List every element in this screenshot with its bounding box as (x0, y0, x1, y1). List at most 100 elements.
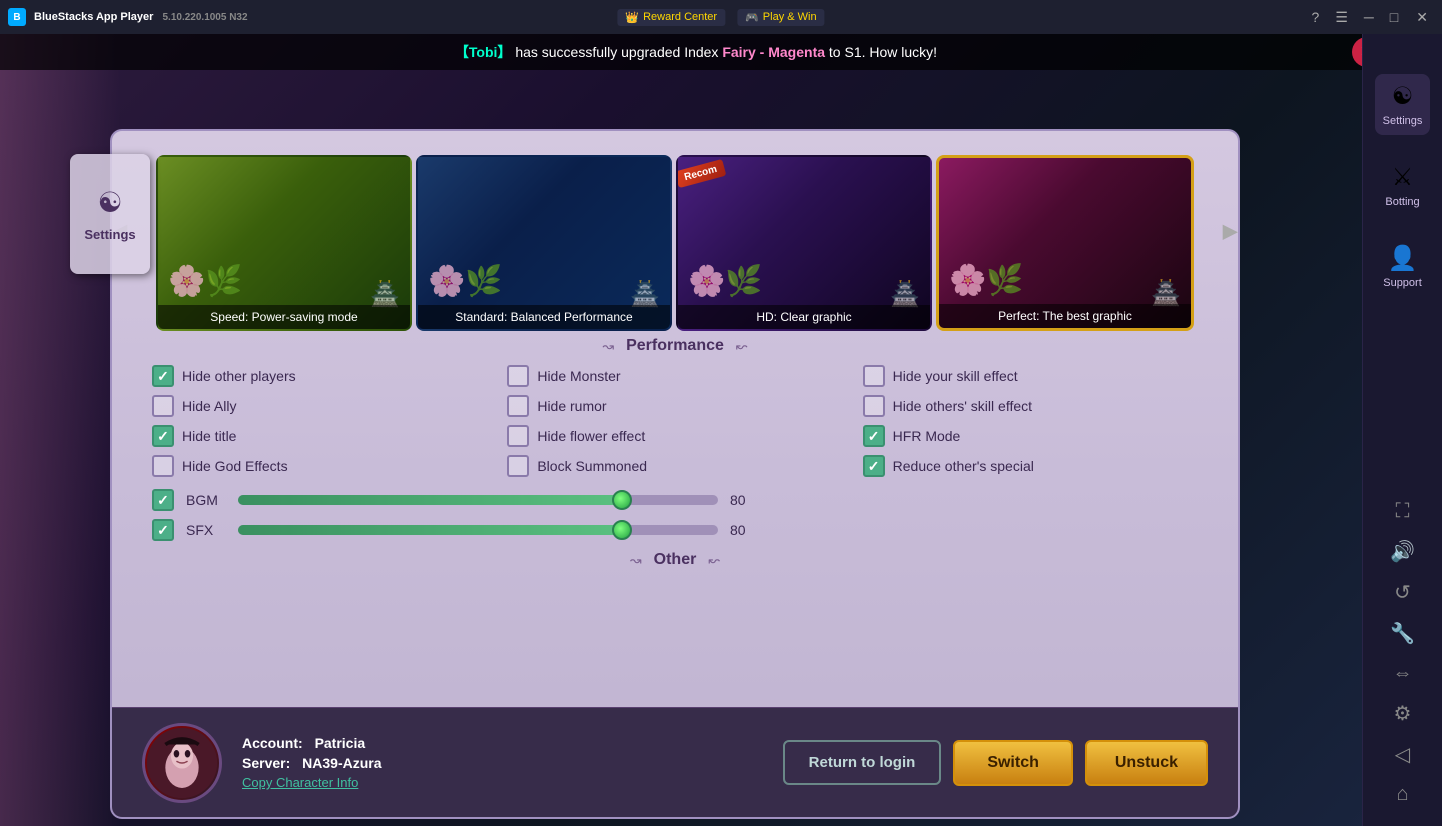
checkbox-hide-title[interactable] (152, 425, 174, 447)
graphic-card-hd[interactable]: Recom HD: Clear graphic (676, 155, 932, 331)
bgm-value: 80 (730, 492, 760, 508)
checkbox-hide-god-effects[interactable] (152, 455, 174, 477)
close-icon[interactable]: ✕ (1410, 7, 1434, 28)
restore-icon[interactable]: □ (1386, 7, 1402, 27)
settings-tab-label: Settings (84, 227, 135, 242)
notification-bar: 【Tobi】 has successfully upgraded Index F… (0, 34, 1392, 70)
main-layout: 【Tobi】 has successfully upgraded Index F… (0, 34, 1442, 826)
arrow-left-icon[interactable]: ◁ (1395, 742, 1410, 767)
title-bar-center: 👑 Reward Center 🎮 Play & Win (617, 9, 824, 26)
sfx-fill (238, 525, 622, 535)
graphic-card-speed[interactable]: Speed: Power-saving mode (156, 155, 412, 331)
account-info: Account: Patricia Server: NA39-Azura Cop… (242, 735, 763, 790)
perf-hide-flower[interactable]: Hide flower effect (507, 425, 842, 447)
label-hide-other-players: Hide other players (182, 368, 296, 384)
label-hide-god-effects: Hide God Effects (182, 458, 288, 474)
other-header: ↝ Other ↜ (112, 551, 1238, 569)
checkbox-hide-rumor[interactable] (507, 395, 529, 417)
checkbox-hide-monster[interactable] (507, 365, 529, 387)
perf-hide-your-skill[interactable]: Hide your skill effect (863, 365, 1198, 387)
sidebar-item-botting[interactable]: ⚔ Botting (1377, 155, 1427, 216)
label-hfr-mode: HFR Mode (893, 428, 961, 444)
sfx-value: 80 (730, 522, 760, 538)
botting-icon: ⚔ (1392, 163, 1414, 192)
perf-hide-others-skill[interactable]: Hide others' skill effect (863, 395, 1198, 417)
graphic-cards: Speed: Power-saving mode Standard: Balan… (140, 143, 1210, 343)
label-hide-monster: Hide Monster (537, 368, 620, 384)
checkbox-hfr-mode[interactable] (863, 425, 885, 447)
minimize-icon[interactable]: ─ (1360, 7, 1378, 27)
performance-grid: Hide other players Hide Monster Hide you… (112, 365, 1238, 477)
card-scene-1 (158, 157, 410, 329)
card-label-standard: Standard: Balanced Performance (418, 305, 670, 329)
checkbox-bgm[interactable] (152, 489, 174, 511)
perf-hide-other-players[interactable]: Hide other players (152, 365, 487, 387)
support-icon: 👤 (1388, 244, 1418, 273)
sfx-row: SFX 80 (152, 519, 1198, 541)
sidebar-item-support[interactable]: 👤 Support (1375, 236, 1430, 297)
copy-character-info-link[interactable]: Copy Character Info (242, 775, 763, 790)
checkbox-hide-your-skill[interactable] (863, 365, 885, 387)
card-scene-2 (418, 157, 670, 329)
return-to-login-button[interactable]: Return to login (783, 740, 942, 785)
perf-reduce-others-special[interactable]: Reduce other's special (863, 455, 1198, 477)
checkbox-hide-other-players[interactable] (152, 365, 174, 387)
volume-icon[interactable]: 🔊 (1390, 539, 1415, 564)
app-title: BlueStacks App Player 5.10.220.1005 N32 (34, 11, 248, 23)
checkbox-block-summoned[interactable] (507, 455, 529, 477)
settings-tab[interactable]: ☯ Settings (70, 154, 150, 274)
graphic-card-standard[interactable]: Standard: Balanced Performance (416, 155, 672, 331)
home-icon[interactable]: ⌂ (1396, 783, 1408, 806)
card-label-speed: Speed: Power-saving mode (158, 305, 410, 329)
sfx-thumb[interactable] (612, 520, 632, 540)
sidebar-item-settings[interactable]: ☯ Settings (1375, 74, 1431, 135)
bgm-slider[interactable] (238, 495, 718, 505)
settings-sidebar-label: Settings (1383, 115, 1423, 127)
checkbox-hide-ally[interactable] (152, 395, 174, 417)
menu-icon[interactable]: ☰ (1331, 7, 1352, 28)
sidebar-extra-icons: ⛶ 🔊 ↺ 🔧 ⇔ ⚙ ◁ ⌂ (1390, 500, 1415, 806)
settings-panel-content: ◀ Speed: Power-saving mode Standard: Bal… (112, 131, 1238, 711)
unstuck-button[interactable]: Unstuck (1085, 740, 1208, 786)
perf-hfr-mode[interactable]: HFR Mode (863, 425, 1198, 447)
window-controls: ? ☰ ─ □ ✕ (1308, 7, 1434, 28)
account-server-line: Server: NA39-Azura (242, 755, 763, 771)
perf-hide-ally[interactable]: Hide Ally (152, 395, 487, 417)
checkbox-reduce-others-special[interactable] (863, 455, 885, 477)
perf-hide-title[interactable]: Hide title (152, 425, 487, 447)
perf-hide-monster[interactable]: Hide Monster (507, 365, 842, 387)
cards-nav-right[interactable]: ▶ (1223, 219, 1238, 244)
gear-icon[interactable]: ⚙ (1394, 701, 1412, 726)
sfx-slider[interactable] (238, 525, 718, 535)
perf-block-summoned[interactable]: Block Summoned (507, 455, 842, 477)
account-name-line: Account: Patricia (242, 735, 763, 751)
support-sidebar-label: Support (1383, 277, 1422, 289)
app-logo: B (8, 8, 26, 26)
bgm-thumb[interactable] (612, 490, 632, 510)
perf-hide-god-effects[interactable]: Hide God Effects (152, 455, 487, 477)
switch-button[interactable]: Switch (953, 740, 1073, 786)
checkbox-hide-others-skill[interactable] (863, 395, 885, 417)
checkbox-hide-flower[interactable] (507, 425, 529, 447)
tools-icon[interactable]: 🔧 (1390, 621, 1415, 646)
rotate-icon[interactable]: ↺ (1394, 580, 1411, 605)
fullscreen-icon[interactable]: ⛶ (1396, 500, 1410, 523)
settings-panel: ◀ Speed: Power-saving mode Standard: Bal… (110, 129, 1240, 819)
bgm-fill (238, 495, 622, 505)
card-label-hd: HD: Clear graphic (678, 305, 930, 329)
label-block-summoned: Block Summoned (537, 458, 647, 474)
play-win-btn[interactable]: 🎮 Play & Win (737, 9, 825, 26)
checkbox-sfx[interactable] (152, 519, 174, 541)
graphic-card-perfect[interactable]: Perfect: The best graphic (936, 155, 1194, 331)
reward-center-btn[interactable]: 👑 Reward Center (617, 9, 725, 26)
resize-icon[interactable]: ⇔ (1393, 662, 1413, 685)
avatar-svg (145, 723, 219, 803)
bg-decoration (0, 34, 120, 826)
help-icon[interactable]: ? (1308, 7, 1324, 27)
perf-hide-rumor[interactable]: Hide rumor (507, 395, 842, 417)
audio-section: BGM 80 SFX 80 (112, 489, 1238, 541)
other-title: Other (654, 551, 697, 569)
title-bar: B BlueStacks App Player 5.10.220.1005 N3… (0, 0, 1442, 34)
bottom-buttons: Return to login Switch Unstuck (783, 740, 1208, 786)
avatar (142, 723, 222, 803)
